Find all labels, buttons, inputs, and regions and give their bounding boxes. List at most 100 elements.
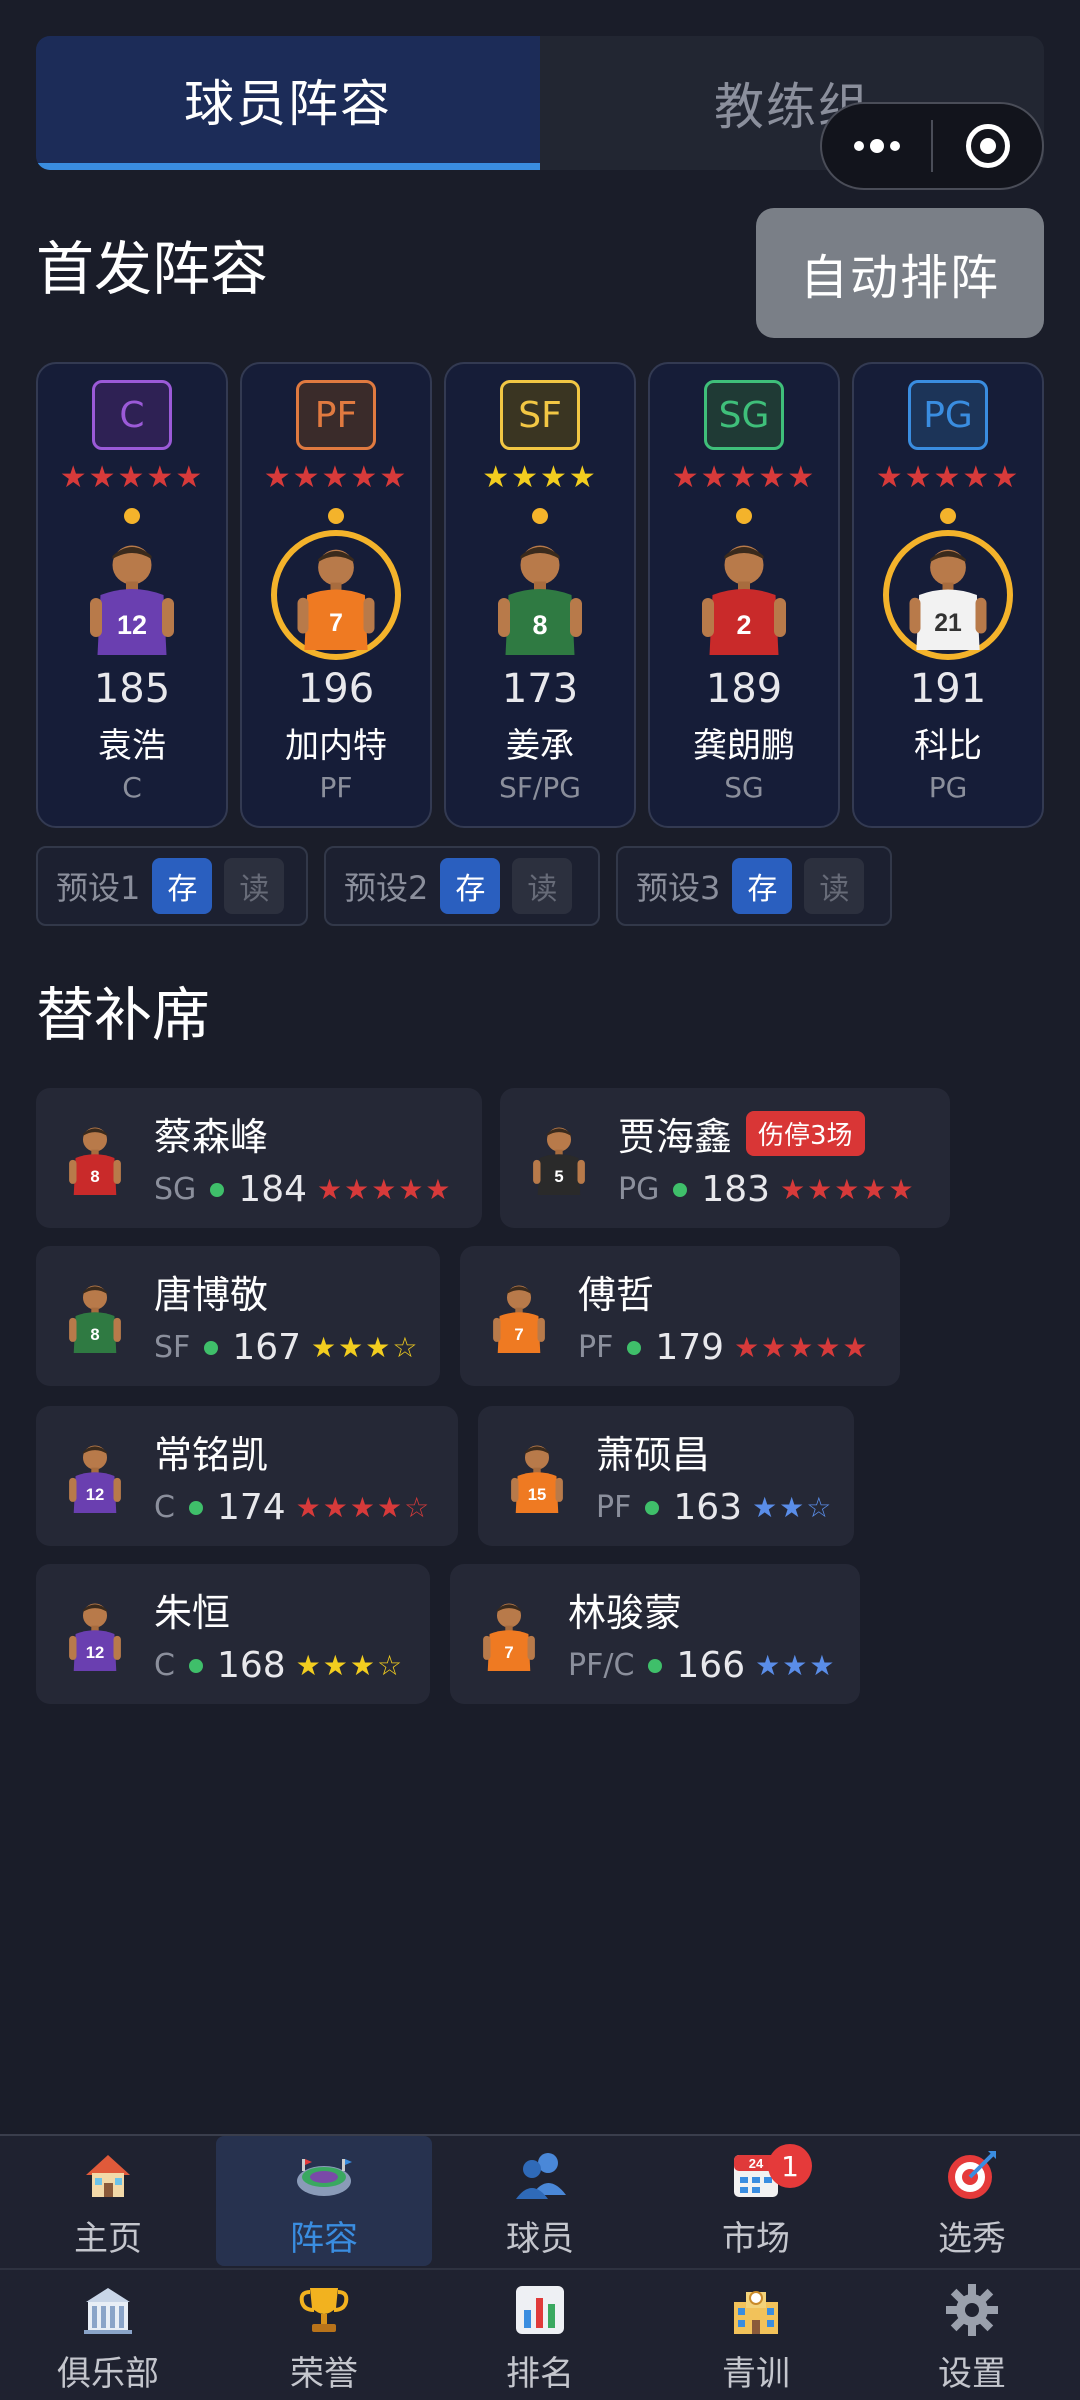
trophy-icon [292, 2278, 356, 2342]
bench-player-card[interactable]: 7 傅哲 PF 179 ★★★★★ [460, 1246, 900, 1386]
nav-stadium[interactable]: 阵容 [216, 2136, 432, 2266]
nav-trophy[interactable]: 荣誉 [216, 2270, 432, 2400]
preset-label: 预设1 [56, 869, 141, 907]
player-name: 龚朗鹏 [693, 726, 795, 766]
svg-text:8: 8 [532, 610, 547, 640]
svg-text:8: 8 [90, 1325, 99, 1344]
player-rating: 189 [705, 666, 783, 712]
star-rating: ★★★★★ [671, 460, 817, 495]
starter-card[interactable]: C ★★★★★ 12 185 袁浩 C [36, 362, 228, 828]
player-avatar: 8 [62, 1279, 128, 1353]
star-rating: ★★☆ [752, 1491, 834, 1524]
starter-card[interactable]: SF ★★★★ 8 173 姜承 SF/PG [444, 362, 636, 828]
player-name: 加内特 [285, 726, 387, 766]
nav-label: 选秀 [938, 2218, 1006, 2259]
preset-save-button[interactable]: 存 [152, 858, 213, 914]
nav-target[interactable]: 选秀 [864, 2136, 1080, 2266]
starter-card[interactable]: PG ★★★★★ 21 191 科比 PG [852, 362, 1044, 828]
player-position: PG [928, 771, 968, 804]
school-icon [724, 2278, 788, 2342]
building-icon [76, 2278, 140, 2342]
player-avatar: 15 [504, 1439, 570, 1513]
player-rating: 173 [501, 666, 579, 712]
nav-people[interactable]: 球员 [432, 2136, 648, 2266]
player-avatar: 21 [883, 530, 1013, 660]
star-rating: ★★★★ [482, 460, 598, 495]
player-rating: 191 [909, 666, 987, 712]
status-dot [736, 508, 752, 524]
bench-player-card[interactable]: 15 萧硕昌 PF 163 ★★☆ [478, 1406, 854, 1546]
nav-label: 市场 [722, 2218, 790, 2259]
player-position: PF [578, 1330, 614, 1365]
preset-load-button[interactable]: 读 [512, 858, 573, 914]
bench-player-card[interactable]: 8 蔡森峰 SG 184 ★★★★★ [36, 1088, 482, 1228]
player-position: SF/PG [499, 771, 581, 804]
nav-house[interactable]: 主页 [0, 2136, 216, 2266]
preset-load-button[interactable]: 读 [224, 858, 285, 914]
notification-badge: 1 [768, 2144, 812, 2188]
svg-text:21: 21 [934, 610, 962, 637]
player-rating: 168 [216, 1645, 286, 1686]
people-icon [508, 2143, 572, 2207]
position-badge: PG [908, 380, 988, 450]
nav-label: 阵容 [290, 2218, 358, 2259]
nav-label: 荣誉 [290, 2353, 358, 2394]
more-dots-icon [853, 139, 900, 153]
star-rating: ★★★★★ [875, 460, 1021, 495]
player-name: 常铭凯 [154, 1433, 269, 1477]
preset-label: 预设3 [636, 869, 721, 907]
bar-chart-icon [508, 2278, 572, 2342]
player-position: C [154, 1648, 175, 1683]
bench-player-card[interactable]: 7 林骏蒙 PF/C 166 ★★★ [450, 1564, 860, 1704]
player-name: 贾海鑫 [618, 1115, 733, 1159]
star-rating: ★★★★☆ [295, 1491, 432, 1524]
injury-badge: 伤停3场 [746, 1111, 865, 1156]
preset-save-button[interactable]: 存 [732, 858, 793, 914]
more-menu-button[interactable] [822, 104, 931, 188]
starter-card[interactable]: SG ★★★★★ 2 189 龚朗鹏 SG [648, 362, 840, 828]
star-rating: ★★★★★ [780, 1173, 916, 1206]
nav-label: 排名 [506, 2353, 574, 2394]
nav-gear[interactable]: 设置 [864, 2270, 1080, 2400]
nav-calendar[interactable]: 24 市场 1 [648, 2136, 864, 2266]
preset-load-button[interactable]: 读 [804, 858, 865, 914]
preset-slot: 预设2 存 读 [324, 846, 600, 926]
close-target-icon [965, 124, 1010, 168]
star-rating: ★★★★★ [317, 1173, 453, 1206]
bench-player-card[interactable]: 12 朱恒 C 168 ★★★☆ [36, 1564, 430, 1704]
player-avatar: 2 [679, 530, 809, 660]
starter-card[interactable]: PF ★★★★★ 7 196 加内特 PF [240, 362, 432, 828]
svg-text:8: 8 [90, 1167, 99, 1186]
nav-label: 俱乐部 [57, 2353, 159, 2394]
bench-player-card[interactable]: 12 常铭凯 C 174 ★★★★☆ [36, 1406, 458, 1546]
star-rating: ★★★★★ [263, 460, 409, 495]
star-rating: ★★★★★ [734, 1331, 870, 1364]
player-avatar: 12 [62, 1439, 128, 1513]
status-dot [188, 1658, 203, 1673]
bench-player-card[interactable]: 5 贾海鑫 伤停3场 PG 183 ★★★★★ [500, 1088, 950, 1228]
nav-school[interactable]: 青训 [648, 2270, 864, 2400]
preset-label: 预设2 [344, 869, 429, 907]
nav-building[interactable]: 俱乐部 [0, 2270, 216, 2400]
preset-save-button[interactable]: 存 [440, 858, 501, 914]
status-dot [645, 1500, 660, 1515]
player-avatar: 7 [476, 1597, 542, 1671]
stadium-icon [292, 2143, 356, 2207]
status-dot [188, 1500, 203, 1515]
nav-bar-chart[interactable]: 排名 [432, 2270, 648, 2400]
player-position: C [122, 771, 142, 804]
star-rating: ★★★☆ [295, 1649, 405, 1682]
player-avatar: 12 [62, 1597, 128, 1671]
player-position: SG [154, 1172, 197, 1207]
status-dot [328, 508, 344, 524]
status-dot [532, 508, 548, 524]
nav-label: 球员 [506, 2218, 574, 2259]
auto-arrange-button[interactable]: 自动排阵 [756, 208, 1044, 338]
tab-roster[interactable]: 球员阵容 [36, 36, 540, 170]
position-badge: PF [296, 380, 376, 450]
player-position: PF [596, 1490, 632, 1525]
target-icon [940, 2143, 1004, 2207]
player-name: 袁浩 [98, 726, 166, 766]
close-miniprogram-button[interactable] [933, 104, 1042, 188]
bench-player-card[interactable]: 8 唐博敬 SF 167 ★★★☆ [36, 1246, 440, 1386]
